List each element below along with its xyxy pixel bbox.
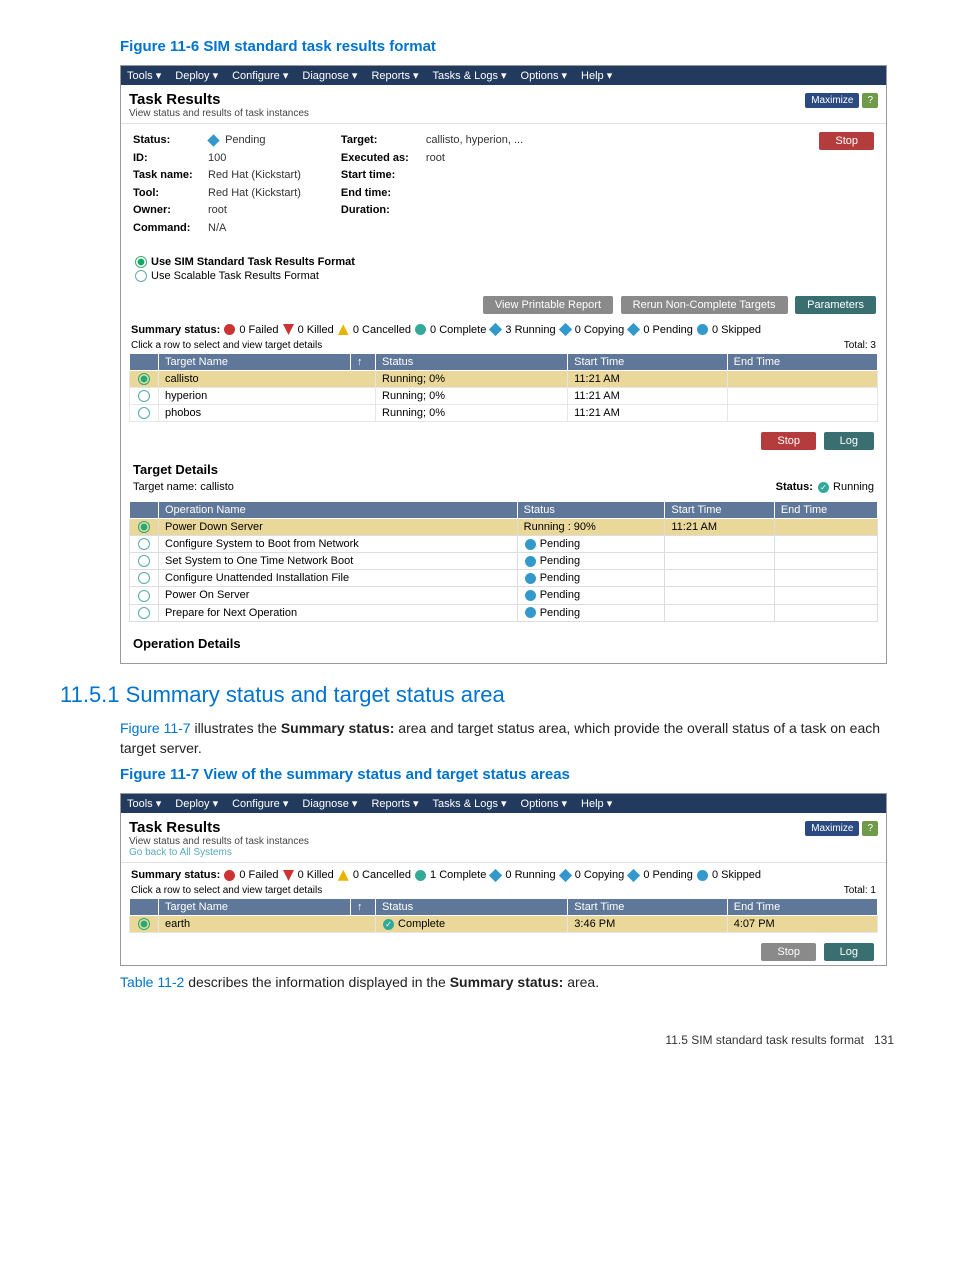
radio-icon <box>138 407 150 419</box>
left-info-block: Status: PendingID:100Task name:Red Hat (… <box>133 132 301 238</box>
operation-details-heading: Operation Details <box>133 636 874 651</box>
click-row-hint-2: Click a row to select and view target de… <box>131 885 322 896</box>
stop-button-3[interactable]: Stop <box>761 943 816 961</box>
menu-item[interactable]: Options ▾ <box>521 69 568 82</box>
menu-item[interactable]: Reports ▾ <box>371 797 418 810</box>
radio-icon <box>138 521 150 533</box>
task-results-title-2: Task Results <box>129 819 309 836</box>
table-row[interactable]: hyperionRunning; 0%11:21 AM <box>130 387 878 404</box>
stop-button[interactable]: Stop <box>819 132 874 150</box>
view-printable-button[interactable]: View Printable Report <box>483 296 613 314</box>
menu-item[interactable]: Help ▾ <box>581 797 612 810</box>
figure-11-6-caption: Figure 11-6 SIM standard task results fo… <box>120 38 894 55</box>
task-results-title: Task Results <box>129 91 309 108</box>
maximize-button-2[interactable]: Maximize <box>805 821 859 836</box>
task-results-subtitle: View status and results of task instance… <box>129 108 309 119</box>
pending-icon <box>525 573 536 584</box>
help-icon[interactable]: ? <box>862 93 878 108</box>
radio-icon <box>138 390 150 402</box>
figure-11-6-screenshot: Tools ▾ Deploy ▾ Configure ▾ Diagnose ▾ Repo… <box>120 65 887 664</box>
pending-icon <box>525 590 536 601</box>
stop-button-2[interactable]: Stop <box>761 432 816 450</box>
table-row[interactable]: Set System to One Time Network Boot Pend… <box>130 553 878 570</box>
radio-icon <box>138 918 150 930</box>
menu-item[interactable]: Diagnose ▾ <box>302 69 357 82</box>
complete-icon: ✓ <box>383 919 394 930</box>
maximize-button[interactable]: Maximize <box>805 93 859 108</box>
target-status-table: Target Name↑StatusStart TimeEnd Timecall… <box>129 353 878 422</box>
mid-info-block: Target:callisto, hyperion, ...Executed a… <box>301 132 819 238</box>
radio-selected-icon <box>135 256 147 268</box>
page-footer: 11.5 SIM standard task results format 13… <box>60 1033 894 1047</box>
pending-icon <box>525 556 536 567</box>
help-icon-2[interactable]: ? <box>862 821 878 836</box>
parameters-button[interactable]: Parameters <box>795 296 876 314</box>
menu-item[interactable]: Tools ▾ <box>127 69 161 82</box>
total-count: Total: 3 <box>844 340 876 351</box>
operations-table: Operation NameStatusStart TimeEnd TimePo… <box>129 501 878 622</box>
summary-status-line: Summary status: 0 Failed 0 Killed 0 Canc… <box>121 318 886 338</box>
target-name-line: Target name: callisto <box>133 481 234 493</box>
format-radios: Use SIM Standard Task Results Format Use… <box>121 246 886 292</box>
table-row[interactable]: Configure System to Boot from Network Pe… <box>130 536 878 553</box>
table-row[interactable]: earth✓ Complete3:46 PM4:07 PM <box>130 916 878 933</box>
menu-item[interactable]: Tasks & Logs ▾ <box>433 797 507 810</box>
pending-icon <box>525 607 536 618</box>
radio-icon <box>138 555 150 567</box>
menu-item[interactable]: Reports ▾ <box>371 69 418 82</box>
section-11-5-1-heading: 11.5.1 Summary status and target status … <box>60 682 894 708</box>
click-row-hint: Click a row to select and view target de… <box>131 340 322 351</box>
go-back-link[interactable]: Go back to All Systems <box>129 847 309 858</box>
figure-11-7-caption: Figure 11-7 View of the summary status a… <box>120 766 894 783</box>
menu-item[interactable]: Configure ▾ <box>232 69 288 82</box>
menu-item[interactable]: Tasks & Logs ▾ <box>433 69 507 82</box>
scroll-area: Status: PendingID:100Task name:Red Hat (… <box>121 123 886 663</box>
target-status-table-2: Target Name↑StatusStart TimeEnd Timeeart… <box>129 898 878 933</box>
radio-scalable[interactable]: Use Scalable Task Results Format <box>135 270 872 282</box>
menu-bar: Tools ▾ Deploy ▾ Configure ▾ Diagnose ▾ Repo… <box>121 66 886 85</box>
menu-item[interactable]: Deploy ▾ <box>175 69 218 82</box>
table-row[interactable]: Power On Server Pending <box>130 587 878 604</box>
scroll-area-2: Summary status: 0 Failed 0 Killed 0 Canc… <box>121 862 886 965</box>
table-row[interactable]: phobosRunning; 0%11:21 AM <box>130 404 878 421</box>
table-row[interactable]: Power Down ServerRunning : 90%11:21 AM <box>130 519 878 536</box>
paragraph-1: Figure 11-7 illustrates the Summary stat… <box>120 718 894 759</box>
log-button-2[interactable]: Log <box>824 943 874 961</box>
total-count-2: Total: 1 <box>844 885 876 896</box>
pending-icon <box>525 539 536 550</box>
table-row[interactable]: Configure Unattended Installation File P… <box>130 570 878 587</box>
radio-icon <box>138 572 150 584</box>
radio-icon <box>138 607 150 619</box>
radio-icon <box>138 373 150 385</box>
figure-11-7-screenshot: Tools ▾ Deploy ▾ Configure ▾ Diagnose ▾ Repo… <box>120 793 887 966</box>
status-running: Status: ✓ Running <box>776 481 874 493</box>
radio-icon <box>138 538 150 550</box>
menu-item[interactable]: Options ▾ <box>521 797 568 810</box>
table-row[interactable]: callistoRunning; 0%11:21 AM <box>130 370 878 387</box>
menu-item[interactable]: Help ▾ <box>581 69 612 82</box>
table-row[interactable]: Prepare for Next Operation Pending <box>130 604 878 621</box>
paragraph-2: Table 11-2 describes the information dis… <box>120 972 894 992</box>
task-results-subtitle-2: View status and results of task instance… <box>129 836 309 847</box>
target-details-heading: Target Details <box>133 462 874 477</box>
menu-item[interactable]: Deploy ▾ <box>175 797 218 810</box>
rerun-button[interactable]: Rerun Non-Complete Targets <box>621 296 788 314</box>
radio-unselected-icon <box>135 270 147 282</box>
menu-item[interactable]: Diagnose ▾ <box>302 797 357 810</box>
menu-item[interactable]: Configure ▾ <box>232 797 288 810</box>
radio-icon <box>138 590 150 602</box>
menu-bar-2: Tools ▾ Deploy ▾ Configure ▾ Diagnose ▾ Repo… <box>121 794 886 813</box>
summary-status-line-2: Summary status: 0 Failed 0 Killed 0 Canc… <box>121 863 886 883</box>
pending-icon <box>207 134 219 146</box>
menu-item[interactable]: Tools ▾ <box>127 797 161 810</box>
log-button[interactable]: Log <box>824 432 874 450</box>
radio-sim-standard[interactable]: Use SIM Standard Task Results Format <box>135 256 872 268</box>
